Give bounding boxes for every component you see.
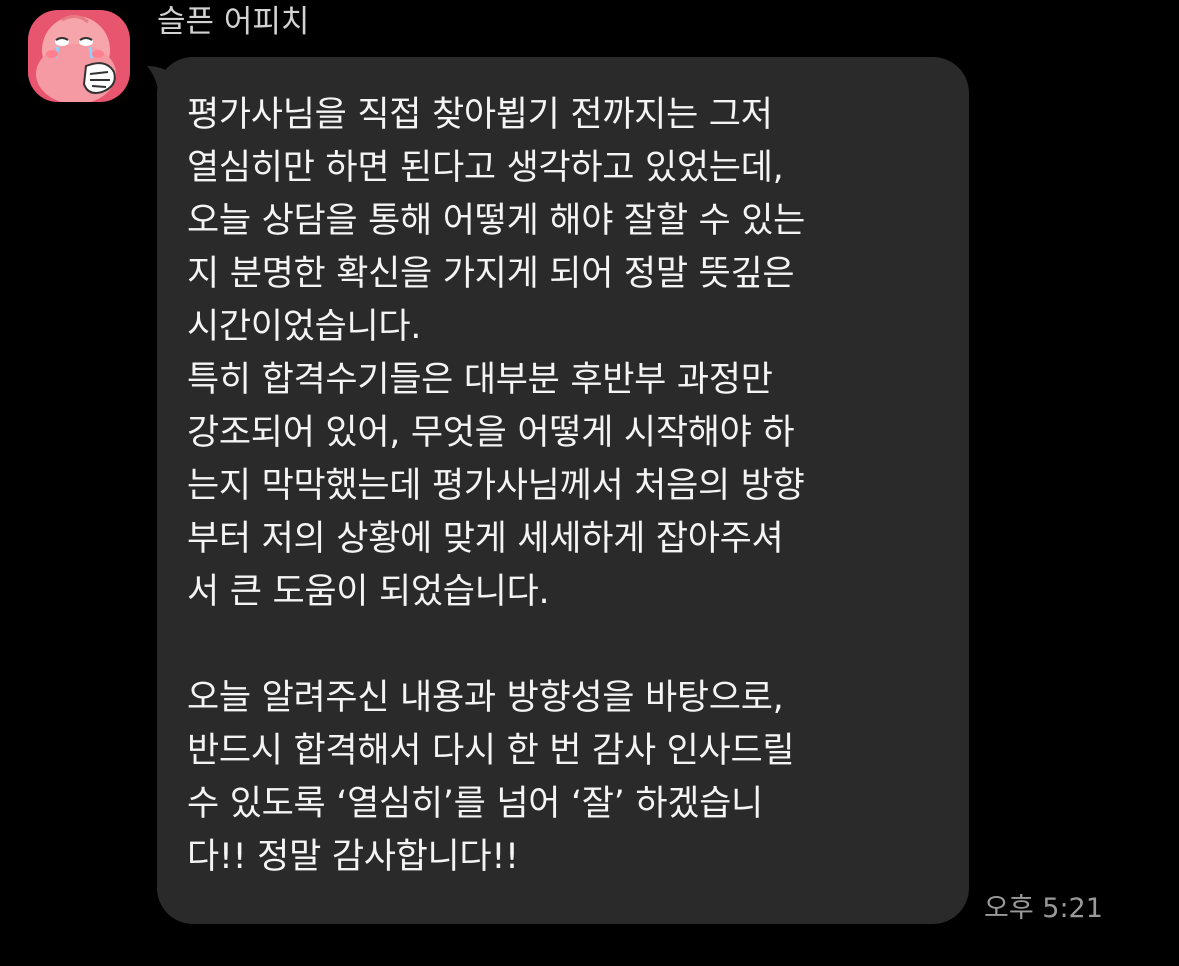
message-line: 지 분명한 확신을 가지게 되어 정말 뜻깊은 [187, 254, 795, 294]
message-line: 열심히만 하면 된다고 생각하고 있었는데, [187, 148, 784, 188]
peach-character-icon [36, 15, 116, 102]
message-line: 평가사님을 직접 찾아뵙기 전까지는 그저 [187, 95, 773, 135]
message-line: 오늘 상담을 통해 어떻게 해야 잘할 수 있는 [187, 201, 806, 241]
message-line: 서 큰 도움이 되었습니다. [187, 572, 550, 612]
message-timestamp: 오후 5:21 [984, 893, 1103, 924]
message-line: 시간이었습니다. [187, 307, 422, 347]
message-line: 반드시 합격해서 다시 한 번 감사 인사드릴 [187, 731, 795, 771]
message-line: 강조되어 있어, 무엇을 어떻게 시작해야 하 [187, 413, 795, 453]
sender-avatar[interactable] [28, 10, 130, 102]
message-line: 수 있도록 ‘열심히’를 넘어 ‘잘’ 하겠습니 [187, 784, 763, 824]
sender-name: 슬픈 어피치 [157, 4, 310, 40]
message-line: 는지 막막했는데 평가사님께서 처음의 방향 [187, 466, 805, 506]
message-bubble[interactable]: 평가사님을 직접 찾아뵙기 전까지는 그저 열심히만 하면 된다고 생각하고 있… [157, 57, 969, 924]
message-line: 오늘 알려주신 내용과 방향성을 바탕으로, [187, 678, 784, 718]
message-line: 특히 합격수기들은 대부분 후반부 과정만 [187, 360, 773, 400]
message-line: 부터 저의 상황에 맞게 세세하게 잡아주셔 [187, 519, 784, 559]
message-line: 다!! 정말 감사합니다!! [187, 837, 519, 877]
